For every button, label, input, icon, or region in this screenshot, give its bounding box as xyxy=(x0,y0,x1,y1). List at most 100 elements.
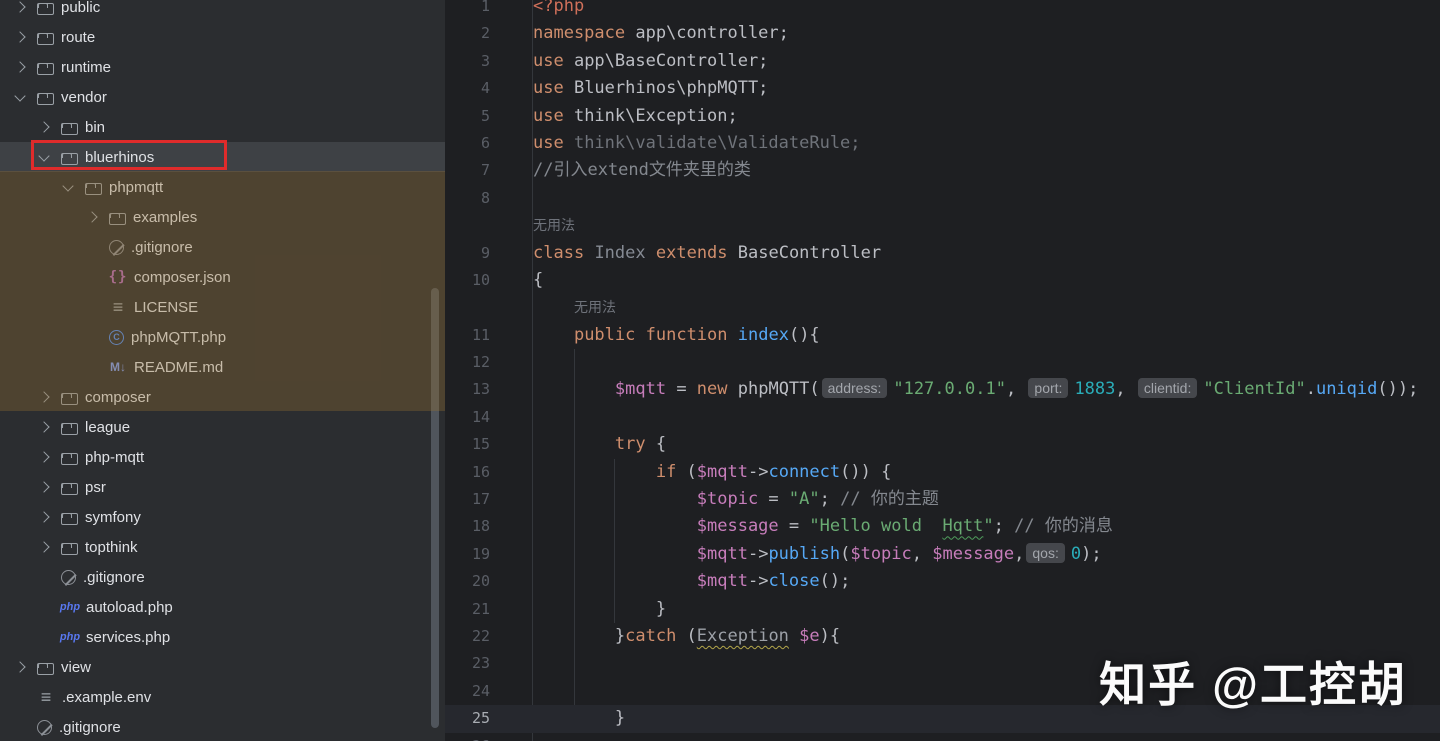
tree-item-label: LICENSE xyxy=(134,298,199,316)
tree-item-label: .gitignore xyxy=(131,238,193,256)
json-file-icon: {} xyxy=(108,269,128,285)
sidebar-item-view[interactable]: view xyxy=(0,652,445,682)
code-line[interactable]: 16 if ($mqtt->connect()) { xyxy=(445,459,1440,486)
code-line[interactable]: 12 xyxy=(445,349,1440,376)
code-line[interactable]: 2 namespace app\controller; xyxy=(445,20,1440,47)
code-text: use think\Exception; xyxy=(533,103,738,130)
folder-icon xyxy=(61,542,78,555)
chevron-down-icon[interactable] xyxy=(62,179,74,192)
code-line[interactable]: 10 { xyxy=(445,267,1440,294)
chevron-right-icon[interactable] xyxy=(14,31,26,43)
inline-parameter-hint: port: xyxy=(1028,378,1069,399)
folder-icon xyxy=(85,182,102,195)
code-token: public xyxy=(573,324,636,345)
code-line[interactable]: 6 use think\validate\ValidateRule; xyxy=(445,130,1440,157)
code-line[interactable]: 19 $mqtt->publish($topic, $message, qos: 0… xyxy=(445,541,1440,568)
sidebar-item-gitignore[interactable]: .gitignore xyxy=(0,562,445,592)
chevron-right-icon[interactable] xyxy=(14,661,26,673)
sidebar-item-gitignore[interactable]: .gitignore xyxy=(0,712,445,741)
sidebar-item-phpmqtt-php[interactable]: CphpMQTT.php xyxy=(0,322,445,352)
line-number xyxy=(445,294,490,321)
code-text: $message = "Hello wold Hqtt"; // 你的消息 xyxy=(533,513,1113,540)
sidebar-item-services-php[interactable]: php services.php xyxy=(0,622,445,652)
chevron-down-icon[interactable] xyxy=(14,89,26,102)
sidebar-item-vendor[interactable]: vendor xyxy=(0,82,445,112)
tree-item-label: topthink xyxy=(85,538,138,556)
code-token: { xyxy=(533,269,544,290)
sidebar-item-readme-md[interactable]: M↓ README.md xyxy=(0,352,445,382)
sidebar-item-psr[interactable]: psr xyxy=(0,472,445,502)
sidebar-item-phpmqtt[interactable]: phpmqtt xyxy=(0,172,445,202)
line-number: 19 xyxy=(471,544,490,563)
chevron-right-icon[interactable] xyxy=(14,1,26,13)
code-line[interactable]: 13 $mqtt = new phpMQTT(address: "127.0.0.… xyxy=(445,376,1440,403)
sidebar-item-runtime[interactable]: runtime xyxy=(0,52,445,82)
sidebar-item-example-env[interactable]: ≡ .example.env xyxy=(0,682,445,712)
code-text: try { xyxy=(533,431,666,458)
code-line[interactable]: 7 //引入extend文件夹里的类 xyxy=(445,157,1440,184)
code-token: namespace xyxy=(533,23,626,44)
codelens-row[interactable]: 无用法 xyxy=(445,212,1440,239)
code-token: $mqtt xyxy=(696,461,748,482)
sidebar-item-autoload-php[interactable]: php autoload.php xyxy=(0,592,445,622)
sidebar-item-php-mqtt[interactable]: php-mqtt xyxy=(0,442,445,472)
sidebar-item-public[interactable]: public xyxy=(0,0,445,22)
sidebar-item-examples[interactable]: examples xyxy=(0,202,445,232)
code-token: // 你的主题 xyxy=(840,489,939,510)
code-line[interactable]: 1 <?php xyxy=(445,0,1440,20)
codelens-row[interactable]: 无用法 xyxy=(445,294,1440,321)
chevron-right-icon[interactable] xyxy=(14,61,26,73)
line-number: 2 xyxy=(480,24,490,43)
sidebar-item-license[interactable]: ≡ LICENSE xyxy=(0,292,445,322)
tree-item-label: php-mqtt xyxy=(85,448,145,466)
code-line[interactable]: 4 use Bluerhinos\phpMQTT; xyxy=(445,75,1440,102)
chevron-right-icon[interactable] xyxy=(38,391,50,403)
code-line[interactable]: 8 xyxy=(445,185,1440,212)
ignored-file-icon xyxy=(61,569,76,585)
code-line[interactable]: 20 $mqtt->close(); xyxy=(445,568,1440,595)
chevron-right-icon[interactable] xyxy=(38,541,50,553)
code-line[interactable]: 14 xyxy=(445,404,1440,431)
code-token: app\BaseController; xyxy=(563,50,769,71)
code-line[interactable]: 18 $message = "Hello wold Hqtt"; // 你的消息 xyxy=(445,513,1440,540)
code-line[interactable]: 5 use think\Exception; xyxy=(445,103,1440,130)
code-token: think\Exception; xyxy=(563,105,738,126)
code-line[interactable]: 9 class Index extends BaseController xyxy=(445,240,1440,267)
code-line[interactable]: 3 use app\BaseController; xyxy=(445,48,1440,75)
chevron-right-icon[interactable] xyxy=(38,421,50,433)
code-line[interactable]: 26 xyxy=(445,733,1440,741)
code-line[interactable]: 21 } xyxy=(445,596,1440,623)
php-file-icon: php xyxy=(59,631,81,643)
code-token: ( xyxy=(676,461,697,482)
sidebar-item-gitignore[interactable]: .gitignore xyxy=(0,232,445,262)
tree-item-label: .gitignore xyxy=(59,718,121,736)
sidebar-item-symfony[interactable]: symfony xyxy=(0,502,445,532)
chevron-right-icon[interactable] xyxy=(86,211,98,223)
code-token: Hqtt xyxy=(942,516,984,537)
sidebar-item-route[interactable]: route xyxy=(0,22,445,52)
code-line[interactable]: 17 $topic = "A"; // 你的主题 xyxy=(445,486,1440,513)
chevron-down-icon[interactable] xyxy=(38,149,50,162)
sidebar-scrollbar[interactable] xyxy=(431,288,439,728)
chevron-right-icon[interactable] xyxy=(38,121,50,133)
sidebar-item-bluerhinos[interactable]: bluerhinos xyxy=(0,142,445,172)
code-token: ( xyxy=(676,625,697,646)
sidebar-item-topthink[interactable]: topthink xyxy=(0,532,445,562)
code-token: 0 xyxy=(1070,543,1082,564)
chevron-right-icon[interactable] xyxy=(38,451,50,463)
chevron-right-icon[interactable] xyxy=(38,511,50,523)
code-line[interactable]: 15 try { xyxy=(445,431,1440,458)
sidebar-item-bin[interactable]: bin xyxy=(0,112,445,142)
code-editor[interactable]: 1 <?php 2 namespace app\controller; 3 use app… xyxy=(445,0,1440,741)
chevron-right-icon[interactable] xyxy=(38,481,50,493)
sidebar-item-composer-json[interactable]: {} composer.json xyxy=(0,262,445,292)
code-line[interactable]: 11 public function index(){ xyxy=(445,322,1440,349)
sidebar-item-composer[interactable]: composer xyxy=(0,382,445,412)
code-token: uniqid xyxy=(1315,379,1378,400)
inline-parameter-hint: qos: xyxy=(1026,542,1065,563)
sidebar-item-league[interactable]: league xyxy=(0,412,445,442)
